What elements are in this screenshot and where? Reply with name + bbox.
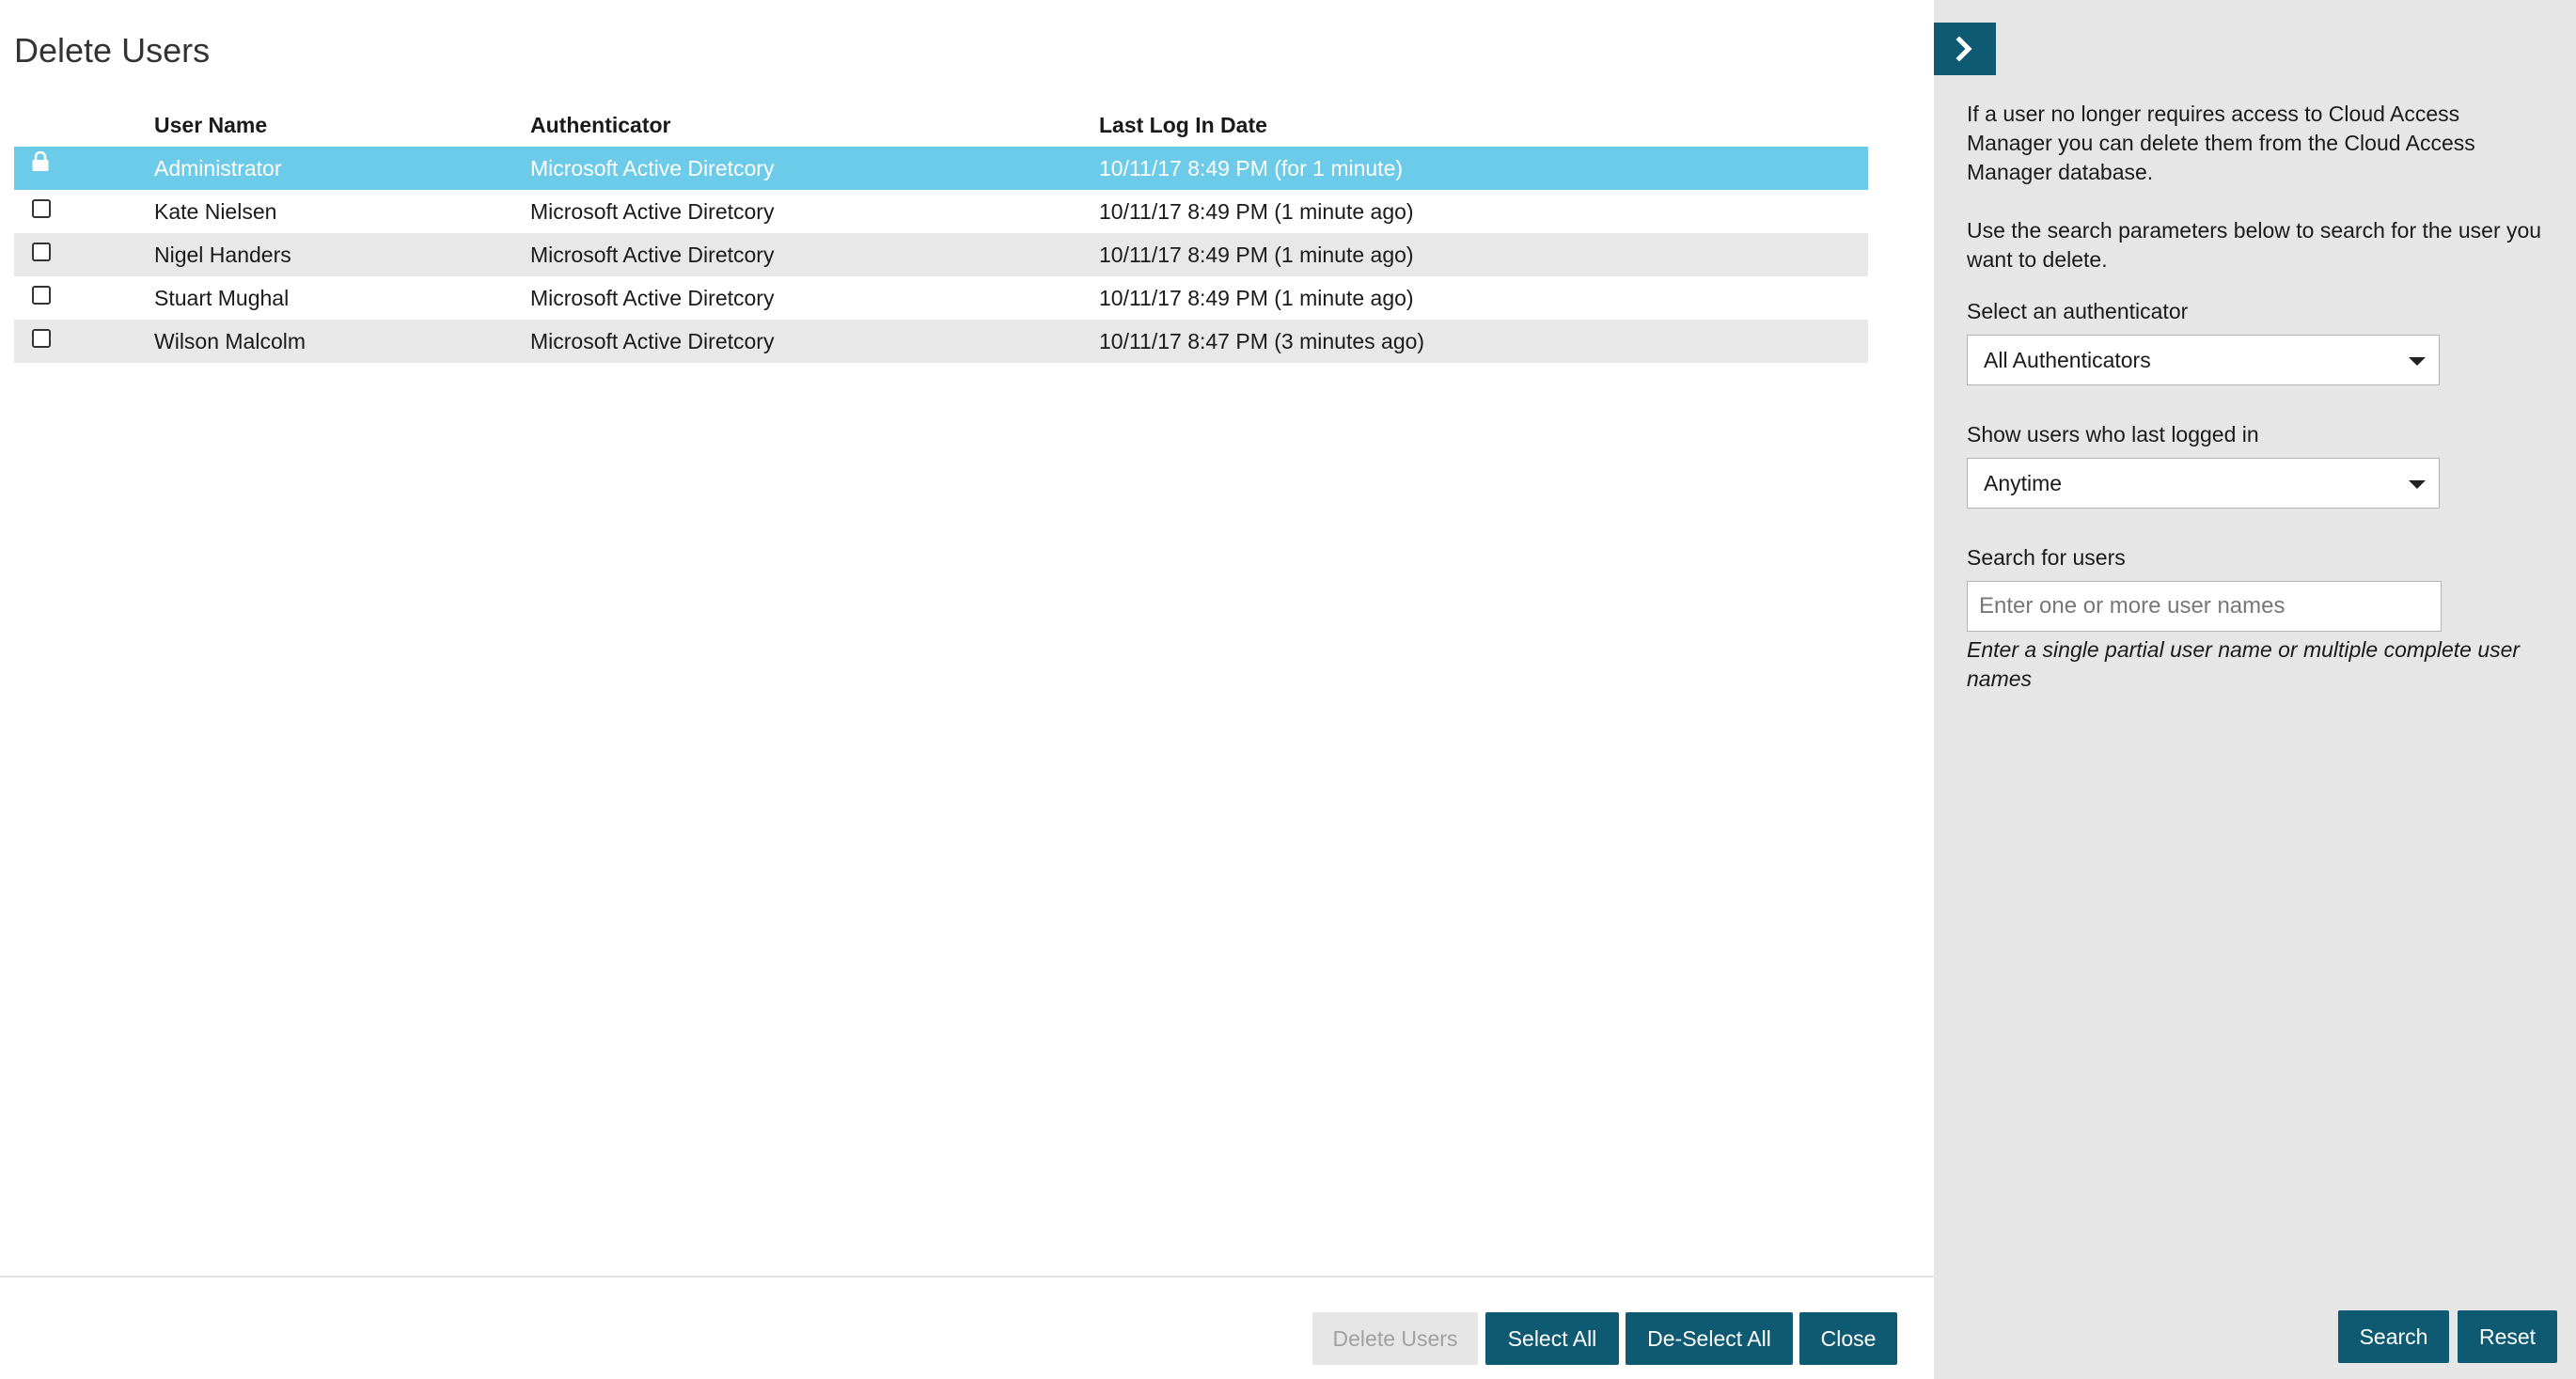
header-user-name[interactable]: User Name — [154, 103, 530, 147]
search-hint-text: Enter a single partial user name or mult… — [1967, 637, 2521, 691]
reset-button[interactable]: Reset — [2458, 1310, 2557, 1363]
row-checkbox[interactable] — [32, 329, 51, 349]
authenticator-label: Select an authenticator — [1967, 299, 2189, 323]
user-name-cell: Wilson Malcolm — [154, 320, 530, 363]
users-table: User Name Authenticator Last Log In Date — [14, 103, 1868, 363]
row-select-cell — [14, 276, 154, 320]
deselect-all-button[interactable]: De-Select All — [1626, 1312, 1793, 1365]
table-row[interactable]: Stuart Mughal Microsoft Active Diretcory… — [14, 276, 1868, 320]
authenticator-cell: Microsoft Active Diretcory — [530, 198, 775, 224]
last-login-cell: 10/11/17 8:47 PM (3 minutes ago) — [1099, 320, 1868, 363]
search-help-text: Use the search parameters below to searc… — [1967, 218, 2542, 272]
last-logged-label: Show users who last logged in — [1967, 422, 2259, 447]
header-authenticator[interactable]: Authenticator — [530, 103, 1099, 147]
row-checkbox[interactable] — [32, 199, 51, 219]
select-all-button[interactable]: Select All — [1485, 1312, 1619, 1365]
header-select — [14, 103, 154, 147]
user-name-cell: Nigel Handers — [154, 233, 530, 276]
authenticator-cell: Microsoft Active Diretcory — [530, 285, 775, 310]
table-row[interactable]: Administrator Microsoft Active Diretcory… — [14, 147, 1868, 190]
delete-users-button[interactable]: Delete Users — [1312, 1312, 1478, 1365]
row-select-cell — [14, 320, 154, 363]
caret-down-icon — [2409, 480, 2426, 489]
main-content: Delete Users User Name Authenticator Las… — [0, 0, 1934, 1379]
last-login-cell: 10/11/17 8:49 PM (1 minute ago) — [1099, 233, 1868, 276]
header-last-login[interactable]: Last Log In Date — [1099, 103, 1868, 147]
last-login-cell: 10/11/17 8:49 PM (1 minute ago) — [1099, 285, 1414, 310]
intro-text: If a user no longer requires access to C… — [1967, 102, 2475, 184]
collapse-panel-button[interactable] — [1934, 23, 1996, 75]
last-login-cell: 10/11/17 8:49 PM (for 1 minute) — [1099, 147, 1868, 190]
authenticator-select-value: All Authenticators — [1984, 348, 2151, 372]
footer-bar: Delete Users Select All De-Select All Cl… — [0, 1276, 1934, 1379]
search-users-label: Search for users — [1967, 545, 2126, 570]
search-users-input[interactable] — [1967, 581, 2442, 632]
row-checkbox[interactable] — [32, 286, 51, 306]
authenticator-cell: Microsoft Active Diretcory — [530, 147, 1099, 190]
table-row[interactable]: Nigel Handers Microsoft Active Diretcory… — [14, 233, 1868, 276]
caret-down-icon — [2409, 357, 2426, 366]
delete-users-dialog: Delete Users User Name Authenticator Las… — [0, 0, 2576, 1379]
authenticator-cell: Microsoft Active Diretcory — [530, 320, 1099, 363]
last-login-cell: 10/11/17 8:49 PM (1 minute ago) — [1099, 198, 1414, 224]
row-checkbox[interactable] — [32, 243, 51, 262]
user-name-cell: Kate Nielsen — [154, 198, 277, 224]
search-side-panel: If a user no longer requires access to C… — [1934, 0, 2576, 1379]
page-title: Delete Users — [14, 31, 211, 70]
user-name-cell: Administrator — [154, 147, 530, 190]
chevron-right-icon — [1956, 36, 1972, 62]
close-button[interactable]: Close — [1799, 1312, 1897, 1365]
row-select-cell — [14, 233, 154, 276]
lock-icon — [31, 151, 50, 178]
table-header-row: User Name Authenticator Last Log In Date — [14, 103, 1868, 147]
table-row[interactable]: Kate Nielsen Microsoft Active Diretcory … — [14, 190, 1868, 233]
last-logged-select[interactable]: Anytime — [1967, 458, 2440, 509]
row-select-cell — [14, 147, 154, 190]
table-row[interactable]: Wilson Malcolm Microsoft Active Diretcor… — [14, 320, 1868, 363]
authenticator-cell: Microsoft Active Diretcory — [530, 233, 1099, 276]
search-button[interactable]: Search — [2338, 1310, 2449, 1363]
user-name-cell: Stuart Mughal — [154, 285, 290, 310]
last-logged-select-value: Anytime — [1984, 471, 2063, 495]
row-select-cell — [14, 190, 154, 233]
authenticator-select[interactable]: All Authenticators — [1967, 335, 2440, 385]
